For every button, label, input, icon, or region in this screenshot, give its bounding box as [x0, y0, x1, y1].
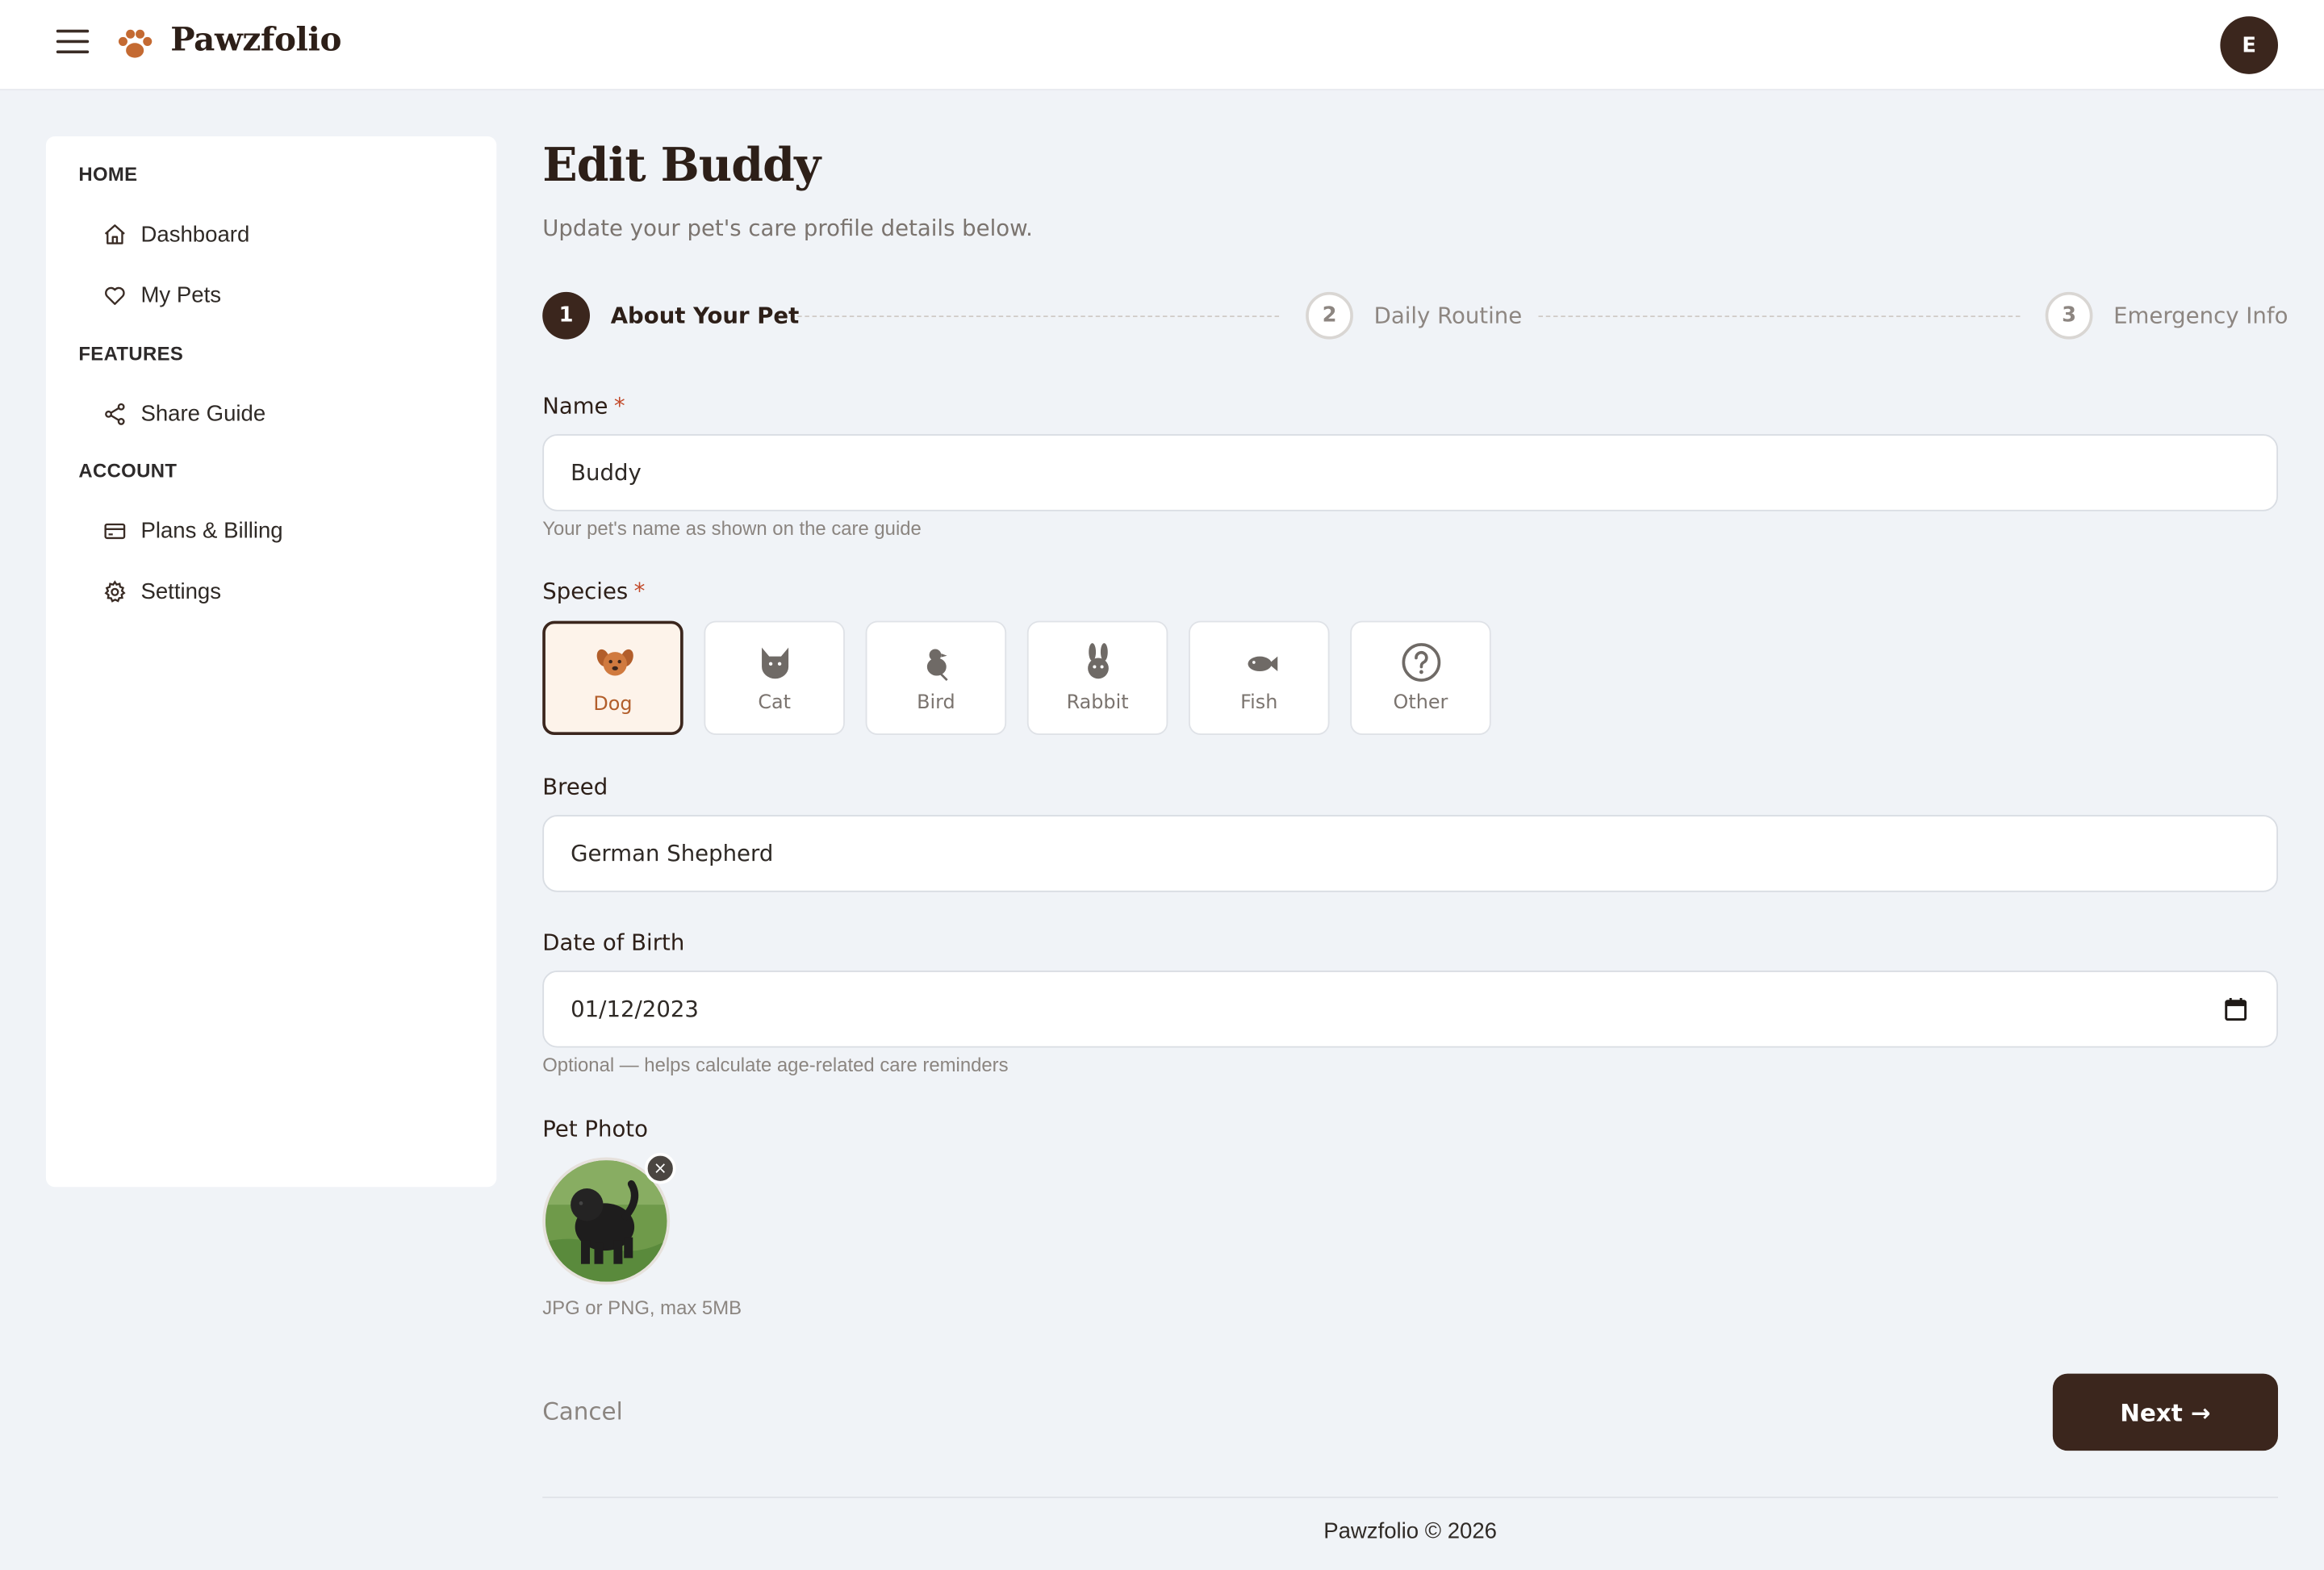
user-avatar[interactable]: E: [2220, 16, 2279, 74]
share-icon: [105, 402, 125, 424]
species-option-cat[interactable]: Cat: [704, 620, 845, 736]
sidebar-section-home: HOME: [78, 163, 138, 186]
step-1-label[interactable]: About Your Pet: [611, 303, 800, 329]
species-label: Species *: [542, 578, 645, 604]
dob-input[interactable]: 01/12/2023: [542, 971, 2279, 1048]
sidebar-item-settings[interactable]: Settings: [102, 574, 221, 609]
fish-icon: [1248, 656, 1278, 672]
page-title: Edit Buddy: [542, 139, 821, 193]
footer-divider: [542, 1497, 2279, 1498]
dob-label: Date of Birth: [542, 929, 685, 956]
species-option-rabbit[interactable]: Rabbit: [1026, 620, 1168, 736]
sidebar-section-features: FEATURES: [78, 342, 184, 365]
step-2-circle[interactable]: 2: [1306, 291, 1353, 340]
dob-value: 01/12/2023: [571, 996, 699, 1023]
species-option-label: Bird: [917, 691, 955, 715]
dog-icon: [596, 649, 633, 676]
breed-input[interactable]: German Shepherd: [542, 815, 2279, 892]
species-option-label: Rabbit: [1066, 691, 1129, 715]
rabbit-icon: [1088, 643, 1109, 679]
sidebar-item-label: Share Guide: [140, 400, 266, 427]
sidebar-section-account: ACCOUNT: [78, 459, 178, 482]
species-label-text: Species: [542, 578, 629, 605]
sidebar: HOME Dashboard My Pets FEATURES Share Gu…: [45, 136, 497, 1188]
calendar-icon[interactable]: [2225, 997, 2247, 1021]
breed-label: Breed: [542, 773, 608, 800]
app-root: Pawzfolio E HOME Dashboard My Pets FEATU…: [0, 0, 2324, 1569]
question-icon: [1402, 643, 1441, 682]
name-hint: Your pet's name as shown on the care gui…: [542, 517, 922, 540]
footer-text: Pawzfolio © 2026: [1323, 1518, 1498, 1544]
bird-icon: [926, 649, 948, 682]
sidebar-item-label: Plans & Billing: [140, 517, 283, 544]
page-subtitle: Update your pet's care profile details b…: [542, 215, 1033, 242]
required-mark: *: [613, 392, 625, 420]
species-option-dog[interactable]: Dog: [542, 620, 683, 736]
step-connector: [1538, 315, 2021, 318]
name-label-text: Name: [542, 392, 608, 420]
menu-icon[interactable]: [56, 29, 90, 60]
species-option-label: Fish: [1240, 691, 1278, 715]
sidebar-item-plans-billing[interactable]: Plans & Billing: [102, 512, 283, 548]
gear-icon: [104, 579, 126, 602]
step-connector: [797, 315, 1280, 318]
sidebar-item-label: Dashboard: [140, 221, 250, 247]
required-mark: *: [633, 578, 646, 605]
heart-icon: [105, 286, 125, 305]
step-1-circle[interactable]: 1: [542, 291, 591, 340]
remove-photo-button[interactable]: ×: [644, 1152, 676, 1184]
step-2-label[interactable]: Daily Routine: [1374, 303, 1523, 329]
name-input[interactable]: Buddy: [542, 434, 2279, 512]
dob-hint: Optional — helps calculate age-related c…: [542, 1053, 1009, 1076]
photo-hint: JPG or PNG, max 5MB: [542, 1297, 742, 1319]
species-option-other[interactable]: Other: [1350, 620, 1491, 736]
home-icon: [104, 223, 125, 244]
cancel-button[interactable]: Cancel: [542, 1397, 623, 1426]
paw-logo-icon: [118, 29, 153, 58]
sidebar-item-my-pets[interactable]: My Pets: [102, 277, 221, 312]
species-option-label: Other: [1393, 691, 1448, 715]
pet-photo-label: Pet Photo: [542, 1116, 648, 1143]
step-3-circle[interactable]: 3: [2045, 291, 2093, 340]
brand-name: Pawzfolio: [170, 20, 342, 60]
species-option-bird[interactable]: Bird: [865, 620, 1007, 736]
credit-card-icon: [104, 522, 126, 539]
next-button[interactable]: Next →: [2052, 1373, 2279, 1451]
name-label: Name *: [542, 393, 625, 420]
species-option-fish[interactable]: Fish: [1189, 620, 1330, 736]
step-3-label[interactable]: Emergency Info: [2113, 303, 2288, 329]
cat-icon: [762, 647, 789, 679]
sidebar-item-label: Settings: [140, 578, 222, 604]
species-option-label: Cat: [758, 691, 791, 715]
sidebar-item-share-guide[interactable]: Share Guide: [102, 395, 265, 431]
top-bar: Pawzfolio E: [0, 0, 2324, 91]
species-option-label: Dog: [593, 693, 633, 716]
sidebar-item-label: My Pets: [140, 282, 222, 308]
sidebar-item-dashboard[interactable]: Dashboard: [102, 216, 250, 252]
